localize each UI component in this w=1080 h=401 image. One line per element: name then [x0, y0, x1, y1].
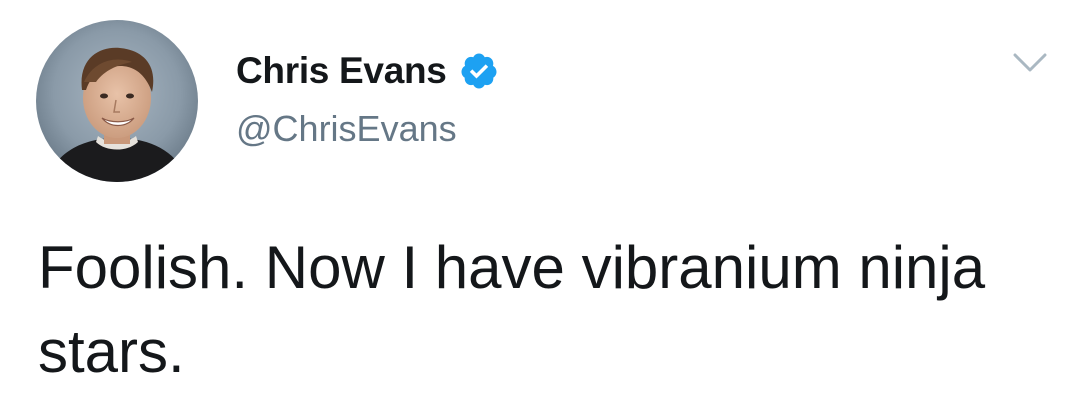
- author-handle[interactable]: @ChrisEvans: [236, 108, 457, 150]
- tweet-text: Foolish. Now I have vibranium ninja star…: [38, 234, 1002, 385]
- display-name[interactable]: Chris Evans: [236, 50, 447, 92]
- tweet-card: Chris Evans @ChrisEvans Foolish. Now I h…: [0, 0, 1080, 401]
- avatar-photo-icon: [36, 20, 198, 182]
- author-row: Chris Evans: [236, 46, 499, 96]
- verified-badge-icon: [459, 51, 499, 91]
- chevron-down-icon[interactable]: [1012, 50, 1048, 76]
- avatar[interactable]: [36, 20, 198, 182]
